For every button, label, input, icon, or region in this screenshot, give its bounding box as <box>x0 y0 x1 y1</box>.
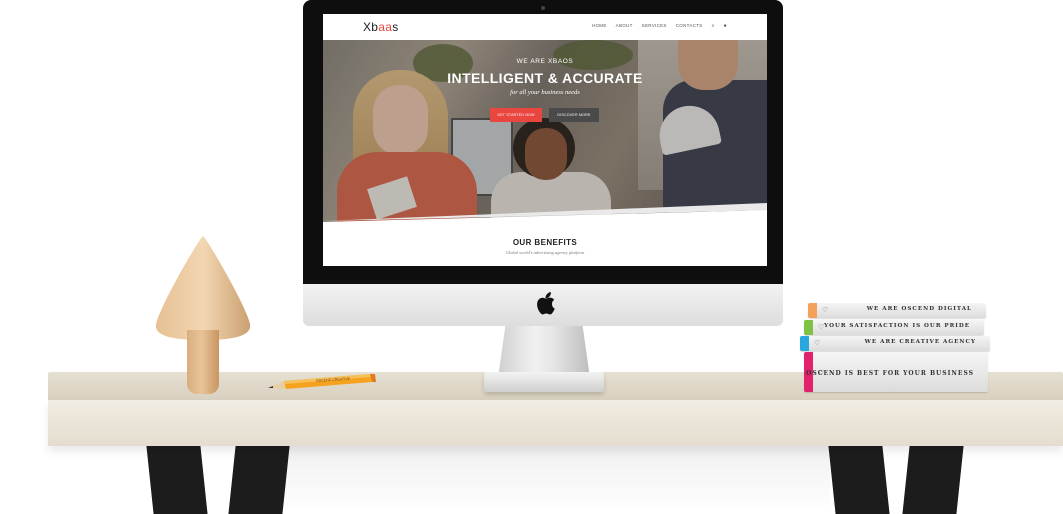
imac-screen: Xbaas HOME ABOUT SERVICES CONTACTS ⌕ ● W… <box>323 14 767 266</box>
get-started-button[interactable]: GET STARTED NOW <box>490 108 542 122</box>
nav-item-contacts[interactable]: CONTACTS <box>676 23 703 29</box>
nav-menu: HOME ABOUT SERVICES CONTACTS ⌕ ● <box>592 23 727 29</box>
book: ♡ OSCEND IS BEST FOR YOUR BUSINESS <box>804 352 988 392</box>
search-icon[interactable]: ⌕ <box>712 23 715 29</box>
book-label: YOUR SATISFACTION IS OUR PRIDE <box>824 323 970 329</box>
nav-item-home[interactable]: HOME <box>592 23 607 29</box>
hero-headline: INTELLIGENT & ACCURATE <box>447 70 643 86</box>
user-icon[interactable]: ● <box>724 23 727 29</box>
site-logo[interactable]: Xbaas <box>363 20 399 34</box>
discover-more-button[interactable]: DISCOVER MORE <box>549 108 599 122</box>
book: ♡ YOUR SATISFACTION IS OUR PRIDE <box>804 320 984 335</box>
wooden-cone-decoration <box>155 236 251 340</box>
imac-stand-foot <box>484 372 604 392</box>
nav-item-about[interactable]: ABOUT <box>616 23 633 29</box>
benefits-title: OUR BENEFITS <box>512 238 578 247</box>
hero-section: WE ARE XBAOS INTELLIGENT & ACCURATE for … <box>323 40 767 223</box>
site-navbar: Xbaas HOME ABOUT SERVICES CONTACTS ⌕ ● <box>323 14 767 40</box>
book-band <box>800 336 809 351</box>
desk-leg <box>228 446 290 514</box>
pencil: OSCEND CREATIVE <box>268 374 376 389</box>
hero-tagline: for all your business needs <box>510 89 580 96</box>
book-band <box>804 320 813 335</box>
heart-icon: ♡ <box>814 340 821 347</box>
camera-icon <box>541 6 545 10</box>
benefits-subtitle: Global world's advertising agency platfo… <box>505 250 585 255</box>
logo-text-highlight: aa <box>378 20 393 34</box>
book-band <box>808 303 817 318</box>
imac-stand-neck <box>498 326 590 378</box>
logo-text-suffix: s <box>392 20 399 34</box>
hero-overlay <box>323 40 767 223</box>
desk-leg <box>146 446 208 514</box>
book-label: WE ARE CREATIVE AGENCY <box>864 339 976 345</box>
desk-leg <box>828 446 890 514</box>
hero-eyebrow: WE ARE XBAOS <box>516 58 574 65</box>
heart-icon: ♡ <box>822 307 829 314</box>
wooden-cone-stem <box>187 330 219 394</box>
book-label: WE ARE OSCEND DIGITAL <box>866 306 972 312</box>
book-label: OSCEND IS BEST FOR YOUR BUSINESS <box>806 370 974 377</box>
desk-shadow <box>270 446 830 514</box>
book: ♡ WE ARE OSCEND DIGITAL <box>808 303 986 318</box>
desk-front <box>48 400 1063 446</box>
apple-logo-icon <box>537 292 555 315</box>
book: ♡ WE ARE CREATIVE AGENCY <box>800 336 990 351</box>
desk-leg <box>902 446 964 514</box>
logo-text-prefix: Xb <box>363 20 379 34</box>
nav-item-services[interactable]: SERVICES <box>642 23 667 29</box>
